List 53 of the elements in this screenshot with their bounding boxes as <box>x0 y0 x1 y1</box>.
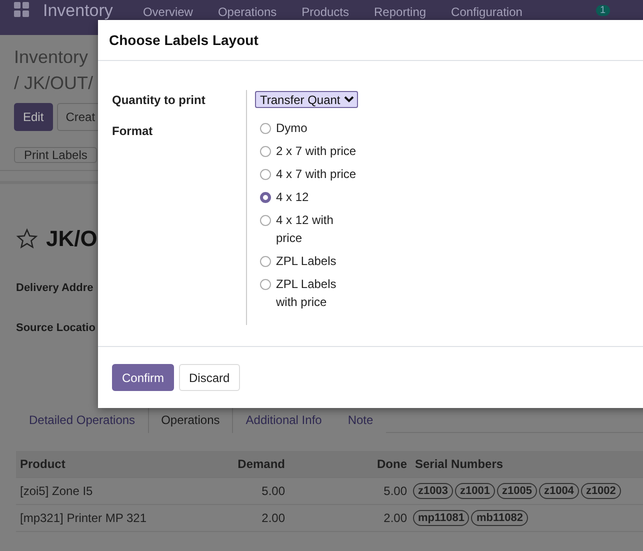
table-cell-text: 2.00 <box>260 511 286 525</box>
radio-button[interactable] <box>260 169 271 180</box>
serial-tag: z1004 <box>538 483 579 499</box>
discard-button[interactable]: Discard <box>179 364 240 391</box>
serial-tag: z1001 <box>454 483 495 499</box>
radio-label[interactable]: ZPL Labels <box>276 252 358 270</box>
nav-menu-item[interactable]: Configuration <box>451 5 522 19</box>
column-header[interactable]: Done <box>306 457 411 471</box>
tab[interactable]: Operations <box>148 406 233 433</box>
nav-menu-item[interactable]: Reporting <box>374 5 426 19</box>
serial-tag: z1002 <box>580 483 621 499</box>
serial-tag: z1003 <box>413 483 453 499</box>
radio-button[interactable] <box>260 123 271 134</box>
radio-label[interactable]: Dymo <box>276 119 358 137</box>
table-cell-text: 5.00 <box>260 484 286 498</box>
app-name[interactable]: Inventory <box>43 2 113 20</box>
confirm-button[interactable]: Confirm <box>112 364 174 391</box>
radio-label[interactable]: 2 x 7 with price <box>276 142 358 160</box>
table-cell-text: 5.00 <box>382 484 408 498</box>
column-header[interactable]: Product <box>16 457 187 471</box>
radio-label[interactable]: ZPL Labels with price <box>276 275 358 311</box>
serial-tag: z1005 <box>496 483 537 499</box>
quantity-select[interactable]: Transfer Quant <box>255 91 358 108</box>
radio-button[interactable] <box>260 192 271 203</box>
serial-tag: mp11081 <box>413 510 470 526</box>
table-cell-text: [mp321] Printer MP 321 <box>19 511 148 525</box>
nav-menu-item[interactable]: Products <box>302 5 350 19</box>
field-label: Source Locatio <box>16 322 96 334</box>
radio-button[interactable] <box>260 256 271 267</box>
radio-button[interactable] <box>260 215 271 226</box>
radio-label[interactable]: 4 x 7 with price <box>276 165 358 183</box>
apps-menu-icon[interactable] <box>14 2 29 17</box>
print-labels-button[interactable]: Print Labels <box>14 147 98 163</box>
column-header[interactable]: Demand <box>187 457 289 471</box>
notification-badge: 1 <box>596 5 610 16</box>
table-cell-text: 2.00 <box>382 511 408 525</box>
record-reference: / JK/OUT/ <box>14 72 94 95</box>
record-name: JK/O <box>46 226 98 252</box>
radio-label[interactable]: 4 x 12 with price <box>276 211 358 247</box>
radio-button[interactable] <box>260 146 271 157</box>
field-label: Delivery Addre <box>16 282 94 294</box>
field-label: Quantity to print <box>112 92 206 109</box>
serial-tag: mb11082 <box>471 510 528 526</box>
star-icon[interactable] <box>16 228 38 250</box>
action-button[interactable]: Edit <box>14 103 53 131</box>
nav-menu-item[interactable]: Operations <box>218 5 277 19</box>
table-cell-text: [zoi5] Zone I5 <box>19 484 94 498</box>
radio-button[interactable] <box>260 279 271 290</box>
nav-menu-item[interactable]: Overview <box>142 5 193 19</box>
radio-label[interactable]: 4 x 12 <box>276 188 358 206</box>
dialog-title: Choose Labels Layout <box>109 32 258 48</box>
field-label: Format <box>112 123 154 140</box>
column-header[interactable]: Serial Numbers <box>411 457 643 471</box>
